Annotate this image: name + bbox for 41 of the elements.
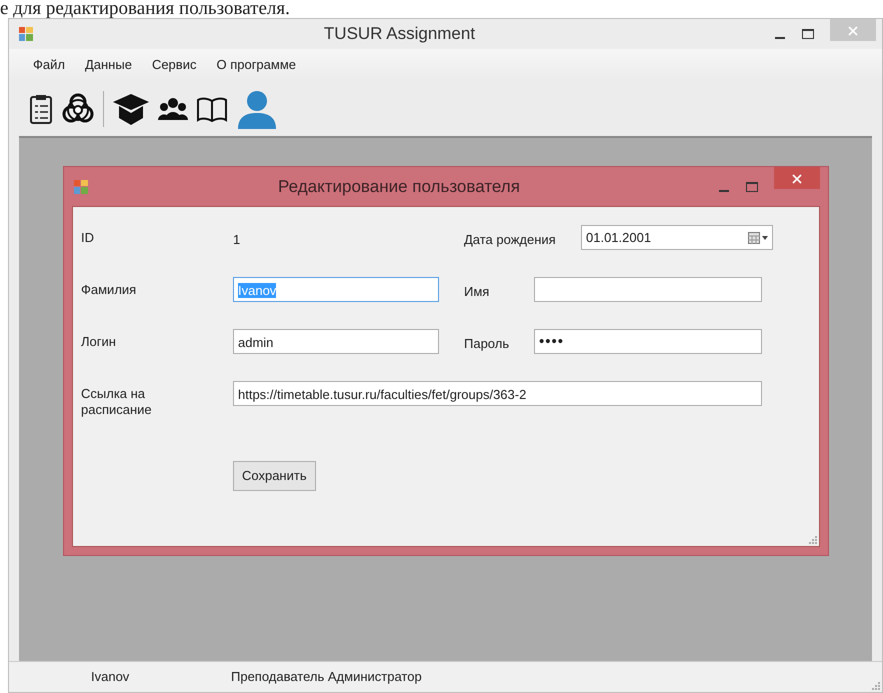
resize-grip-icon[interactable] (808, 535, 817, 544)
clipboard-icon[interactable] (29, 94, 53, 124)
document-caption: е для редактирования пользователя. (0, 0, 291, 18)
maximize-icon (746, 182, 758, 192)
app-icon (74, 180, 88, 194)
field-label: Фамилия (81, 281, 138, 298)
text-field[interactable]: admin (233, 329, 439, 354)
field-label: Имя (464, 283, 490, 301)
person-icon[interactable] (236, 88, 278, 128)
close-icon (792, 174, 802, 184)
field-label: Дата рождения (464, 231, 557, 249)
maximize-icon (802, 29, 814, 39)
field-label: Ссылка на расписание (81, 385, 153, 418)
menu-item[interactable]: Данные (74, 53, 142, 77)
field-label: ID (81, 229, 95, 246)
menu-item[interactable]: О программе (206, 53, 306, 77)
date-picker[interactable]: 01.01.2001 (581, 225, 773, 250)
minimize-icon (775, 37, 785, 39)
url-field[interactable]: https://timetable.tusur.ru/faculties/fet/groups/363-2 (233, 381, 762, 406)
menu-item[interactable]: Сервис (142, 53, 206, 77)
people-group-icon[interactable] (158, 96, 188, 122)
app-icon (19, 27, 33, 41)
menu-item[interactable]: Файл (23, 53, 75, 77)
calendar-icon[interactable] (748, 232, 768, 244)
status-text: Ivanov (91, 668, 130, 686)
text-field[interactable] (534, 277, 762, 302)
password-field[interactable]: •••• (534, 329, 762, 354)
save-button[interactable]: Сохранить (233, 461, 316, 490)
field-label: Пароль (464, 335, 510, 353)
resize-grip-icon[interactable] (871, 681, 880, 690)
biohazard-icon[interactable] (61, 92, 95, 126)
status-text: Преподаватель Администратор (231, 668, 422, 686)
window-title: TUSUR Assignment (322, 23, 476, 46)
close-icon (848, 26, 858, 36)
graduation-cap-icon[interactable] (112, 92, 150, 126)
dialog-title: Редактирование пользователя (277, 176, 521, 198)
book-icon[interactable] (196, 96, 228, 122)
minimize-icon (719, 190, 729, 192)
close-button[interactable] (774, 167, 820, 189)
field-label: Логин (81, 333, 117, 350)
id-value: 1 (233, 231, 242, 249)
